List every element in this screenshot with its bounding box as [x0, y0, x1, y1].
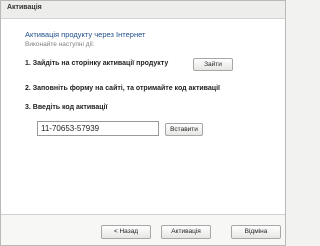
activation-code-input[interactable]: [37, 121, 159, 136]
go-to-activation-page-button[interactable]: Зайти: [193, 58, 233, 71]
title-bar: Активація: [1, 1, 285, 19]
back-button[interactable]: < Назад: [101, 225, 151, 239]
dialog-content: Активація продукту через Інтернет Викона…: [1, 19, 285, 214]
activate-button[interactable]: Активація: [161, 225, 211, 239]
step-1-label: 1. Зайдіть на сторінку активації продукт…: [25, 60, 169, 67]
step-3-label: 3. Введіть код активації: [25, 104, 108, 111]
instructions-subheading: Виконайте наступні дії:: [25, 41, 95, 48]
activation-dialog: Активація Активація продукту через Інтер…: [0, 0, 286, 246]
paste-button[interactable]: Вставити: [165, 123, 203, 136]
footer-divider: [1, 214, 285, 215]
cancel-button[interactable]: Відміна: [231, 225, 281, 239]
page-heading: Активація продукту через Інтернет: [25, 30, 146, 39]
window-title: Активація: [7, 4, 42, 11]
step-2-label: 2. Заповніть форму на сайті, та отримайт…: [25, 85, 220, 92]
